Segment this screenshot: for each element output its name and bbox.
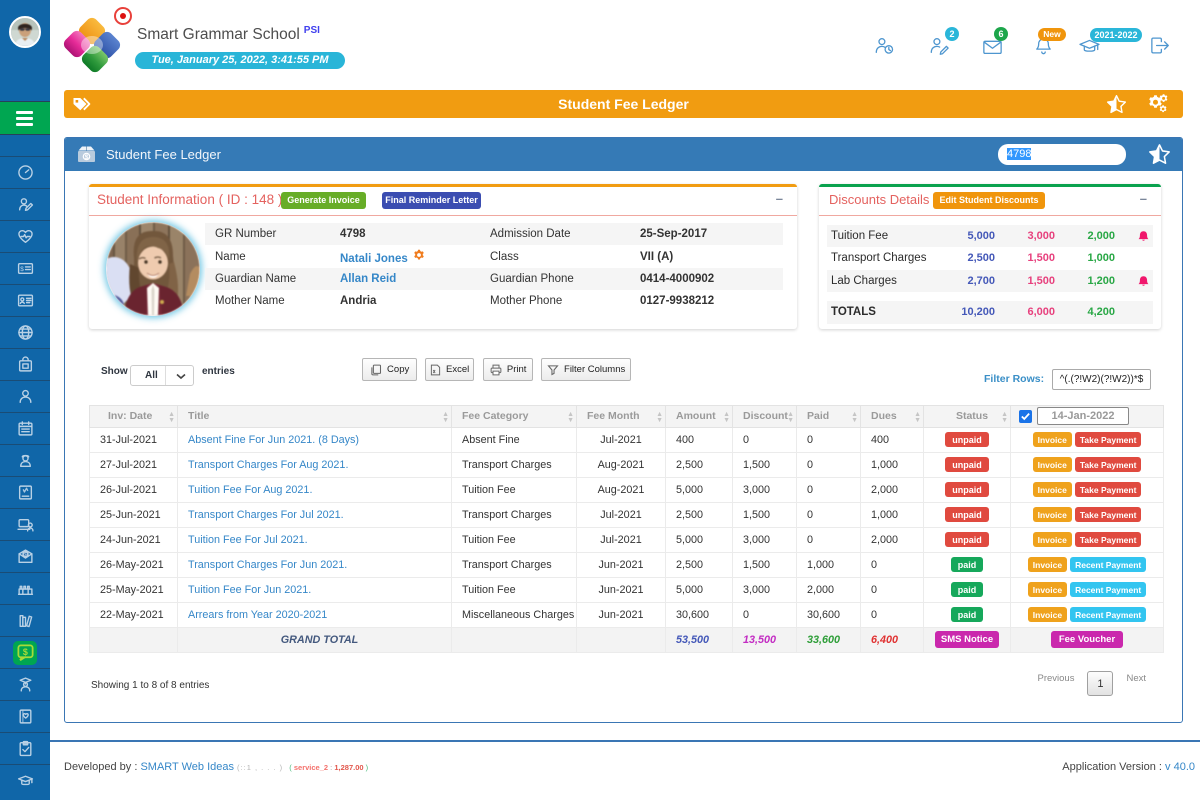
svg-text:$: $ — [20, 266, 24, 273]
svg-text:$: $ — [22, 647, 27, 657]
svg-text:$: $ — [85, 154, 89, 161]
